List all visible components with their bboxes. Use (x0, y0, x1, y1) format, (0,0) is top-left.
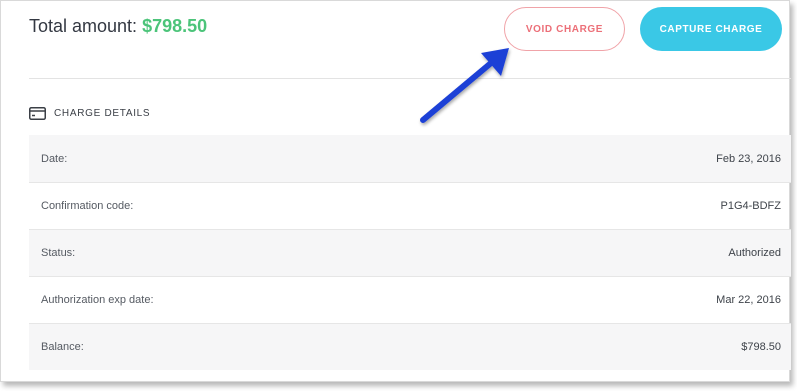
detail-value: Mar 22, 2016 (716, 294, 781, 306)
detail-label: Confirmation code: (41, 200, 134, 212)
detail-value: P1G4-BDFZ (720, 200, 781, 212)
capture-charge-button[interactable]: CAPTURE CHARGE (640, 7, 782, 51)
detail-value: Authorized (728, 247, 781, 259)
charge-header: Total amount: $798.50 VOID CHARGE CAPTUR… (1, 1, 791, 79)
detail-label: Status: (41, 247, 76, 259)
charge-panel: Total amount: $798.50 VOID CHARGE CAPTUR… (0, 0, 791, 382)
detail-row-status: Status: Authorized (29, 229, 791, 276)
charge-details-heading: CHARGE DETAILS (29, 105, 150, 121)
total-amount-label: Total amount: (29, 16, 138, 36)
detail-label: Date: (41, 152, 68, 165)
detail-label: Authorization exp date: (41, 294, 154, 306)
detail-row-authorization-exp-date: Authorization exp date: Mar 22, 2016 (29, 276, 791, 323)
total-amount: Total amount: $798.50 (29, 16, 207, 37)
detail-row-confirmation-code: Confirmation code: P1G4-BDFZ (29, 182, 791, 229)
detail-row-balance: Balance: $798.50 (29, 323, 791, 370)
credit-card-icon (29, 106, 46, 120)
charge-details-list: Date: Feb 23, 2016 Confirmation code: P1… (29, 135, 791, 370)
charge-details-title: CHARGE DETAILS (54, 107, 151, 119)
detail-value: $798.50 (741, 341, 781, 353)
detail-row-date: Date: Feb 23, 2016 (29, 135, 791, 182)
detail-label: Balance: (41, 341, 84, 353)
total-amount-value: $798.50 (142, 16, 208, 36)
detail-value: Feb 23, 2016 (716, 152, 781, 165)
header-divider (29, 78, 791, 79)
void-charge-button[interactable]: VOID CHARGE (504, 7, 625, 51)
